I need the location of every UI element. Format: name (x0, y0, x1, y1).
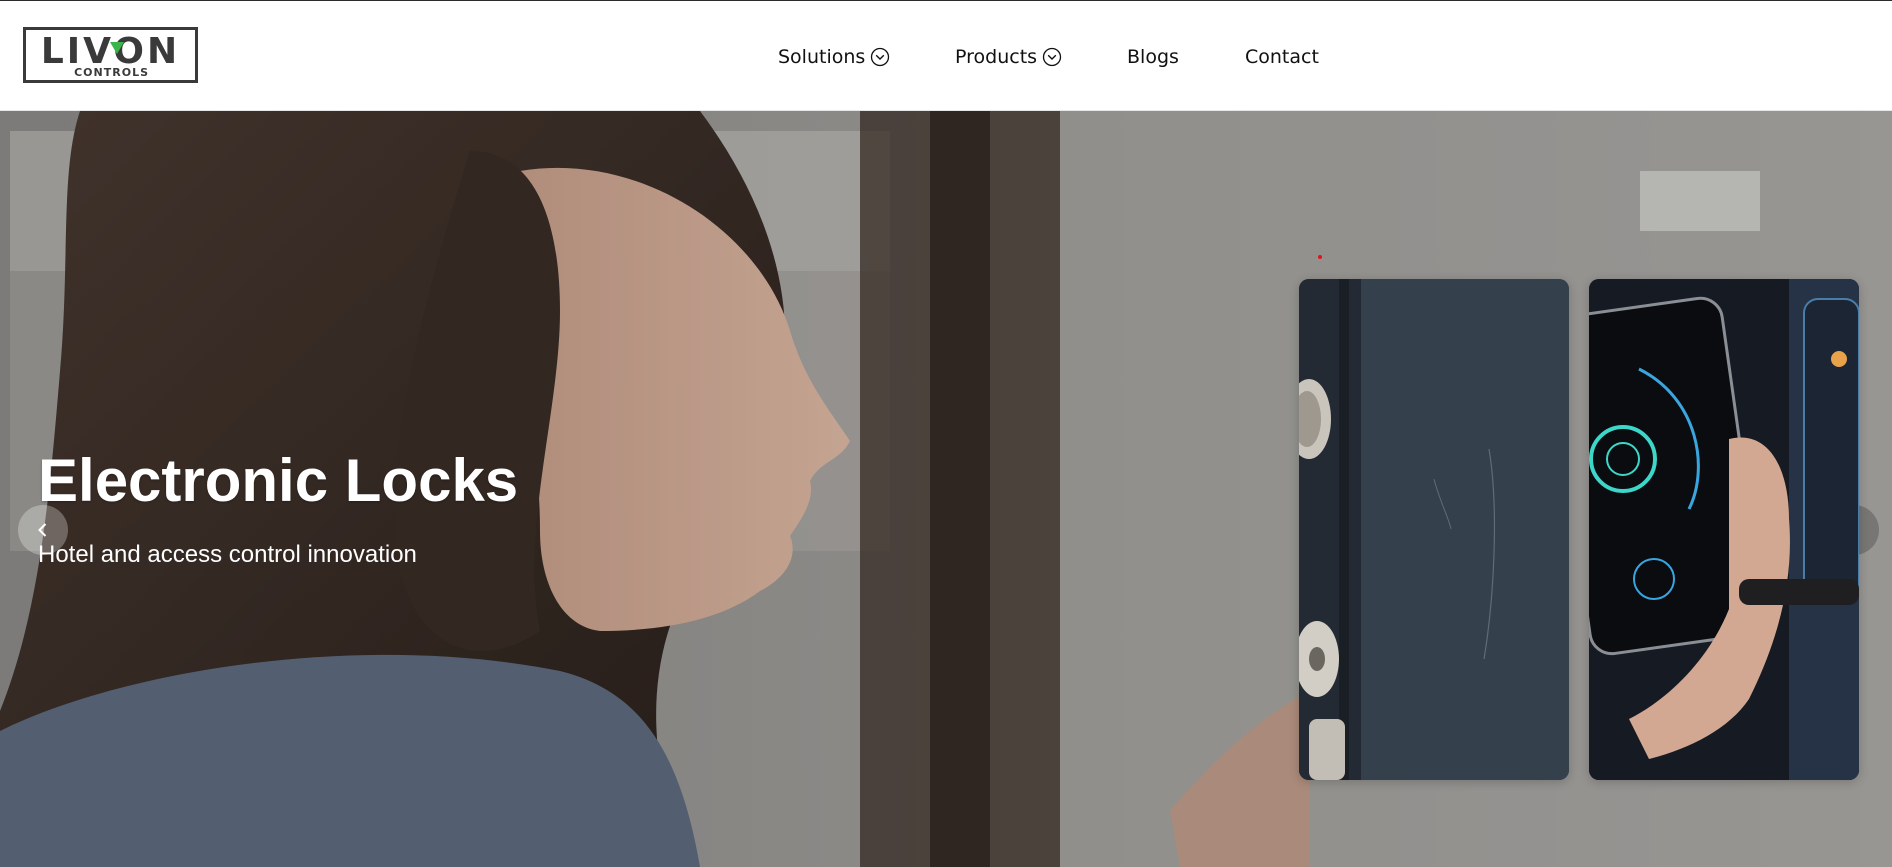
nav-item-label: Solutions (778, 46, 866, 68)
chevron-left-icon (38, 523, 47, 537)
door-lock-image (1299, 279, 1569, 780)
phone-smart-lock-image (1589, 279, 1859, 780)
slide-card-door-lock[interactable] (1299, 279, 1569, 780)
livon-logo[interactable]: LIVON CONTROLS (23, 27, 198, 83)
nav-item-blogs[interactable]: Blogs (1127, 43, 1179, 71)
nav-item-products[interactable]: Products (955, 43, 1062, 71)
logo-tagline: CONTROLS (74, 66, 149, 79)
slide-card-phone-lock[interactable] (1589, 279, 1859, 780)
nav-item-label: Products (955, 46, 1038, 68)
site-header: LIVON CONTROLS Solutions Products Blogs … (0, 0, 1892, 111)
nav-item-solutions[interactable]: Solutions (778, 43, 890, 71)
chevron-down-circle-icon (870, 47, 890, 67)
slider-prev-button[interactable] (18, 505, 68, 555)
hero-subtitle: Hotel and access control innovation (38, 541, 417, 568)
nav-item-label: Blogs (1127, 46, 1179, 68)
logo-accent-mark (110, 42, 124, 54)
chevron-down-circle-icon (1042, 47, 1062, 67)
slide-indicator-dot (1318, 255, 1322, 259)
nav-item-contact[interactable]: Contact (1245, 43, 1319, 71)
hero-slider: Electronic Locks Hotel and access contro… (0, 111, 1892, 867)
hero-title: Electronic Locks (38, 447, 519, 514)
nav-item-label: Contact (1245, 46, 1319, 68)
